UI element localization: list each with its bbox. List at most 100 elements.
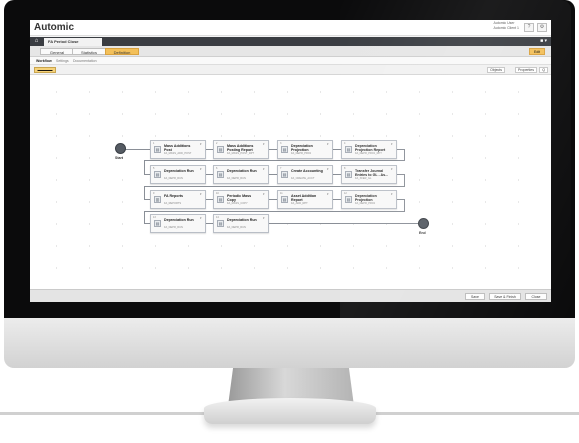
app-header: Automic Automic User Automic Client 1 ? … [30,20,551,36]
task-object-name: FA_XFER_GL [355,177,372,180]
task-title: Create Accounting [291,169,323,173]
task-node[interactable]: 5 ▤ Depreciation Run FA_DEPR_RUN ▾ [150,165,206,184]
task-node[interactable]: 1 ▤ Mass Additions Post FA_MASS_ADD_POST… [150,140,206,159]
task-node[interactable]: 14 ▤ Depreciation Run FA_DEPR_RUN ▾ [213,214,269,233]
task-title: FA Reports [164,194,184,198]
job-icon: ▤ [217,196,224,203]
node-menu-icon[interactable]: ▾ [200,142,204,146]
task-node[interactable]: 4 ▤ Depreciation Projection Report FA_DE… [341,140,397,159]
task-object-name: FA_DEPR_RUN [227,177,246,180]
node-menu-icon[interactable]: ▾ [263,216,267,220]
node-menu-icon[interactable]: ▾ [263,192,267,196]
connector [397,149,404,150]
tab-definition[interactable]: Definition [105,48,139,55]
task-title: Depreciation Run [227,169,257,173]
edit-button[interactable]: Edit [529,48,545,55]
node-menu-icon[interactable]: ▾ [200,216,204,220]
screen: Automic Automic User Automic Client 1 ? … [30,20,551,302]
node-menu-icon[interactable]: ▾ [327,192,331,196]
connector [269,174,277,175]
task-object-name: FA_CREATE_ACCT [291,177,315,180]
job-icon: ▤ [154,220,161,227]
tab-statistics[interactable]: Statistics [72,48,106,55]
connector [333,199,341,200]
task-object-name: FA_DEPR_PROJ [291,152,312,155]
connector [404,174,405,186]
subtab-workflow[interactable]: Workflow [36,58,52,64]
task-node[interactable]: 10 ▤ Periodic Mass Copy FA_MASS_COPY ▾ [213,190,269,209]
job-icon: ▤ [345,146,352,153]
connector [404,199,405,211]
tab-menu-icon[interactable]: ■ ▾ [540,38,547,44]
node-menu-icon[interactable]: ▾ [327,142,331,146]
help-icon[interactable]: ? [524,23,534,32]
user-info[interactable]: Automic User Automic Client 1 [494,21,519,30]
node-menu-icon[interactable]: ▾ [391,142,395,146]
document-tab-bar: ⌂ FA Period Close ■ ▾ [30,37,551,46]
task-title: Depreciation Run [164,169,194,173]
node-menu-icon[interactable]: ▾ [200,167,204,171]
task-node[interactable]: 7 ▤ Create Accounting FA_CREATE_ACCT ▾ [277,165,333,184]
sub-tabs: Workflow Settings Documentation [30,57,551,65]
job-icon: ▤ [217,220,224,227]
properties-button[interactable]: Properties [515,67,537,73]
workflow-canvas[interactable]: Start End 1 ▤ Mass Additions Post FA_MAS… [30,75,551,289]
task-node[interactable]: 9 ▥ FA Reports FA_REPORTS ▾ [150,190,206,209]
connector [144,186,405,187]
connector [144,160,145,174]
job-icon: ▤ [281,171,288,178]
report-icon: ▥ [154,196,161,203]
section-tabs: General Statistics Definition Edit [30,46,551,57]
save-button[interactable]: Save [465,293,485,300]
connector [206,149,213,150]
task-node[interactable]: 3 ▤ Depreciation Projection FA_DEPR_PROJ… [277,140,333,159]
task-node[interactable]: 6 ▤ Depreciation Run FA_DEPR_RUN ▾ [213,165,269,184]
close-button[interactable]: Close [525,293,547,300]
job-icon: ▤ [217,146,224,153]
task-object-name: FA_DEPR_RUN [227,226,246,229]
start-node[interactable] [115,143,126,154]
task-object-name: FA_MASS_COPY [227,202,248,205]
workflow-toolbar: ▬▬▬▬▬ Objects Properties Q [30,65,551,75]
task-object-name: FA_DEPR_RUN [164,226,183,229]
node-menu-icon[interactable]: ▾ [263,167,267,171]
tab-general[interactable]: General [40,48,74,55]
tab-fa-period-close[interactable]: FA Period Close [44,38,102,46]
home-icon[interactable]: ⌂ [33,38,40,45]
end-node[interactable] [418,218,429,229]
connector [333,174,341,175]
job-icon: ▤ [217,171,224,178]
node-menu-icon[interactable]: ▾ [391,167,395,171]
start-label: Start [115,156,123,160]
task-node[interactable]: 11 ▤ Asset Addition Report FA_ADD_RPT ▾ [277,190,333,209]
objects-button[interactable]: Objects [487,67,505,73]
connector [397,174,404,175]
task-node[interactable]: 12 ▤ Depreciation Projection FA_DEPR_PRO… [341,190,397,209]
task-object-name: FA_REPORTS [164,202,182,205]
task-object-name: FA_DEPR_RUN [164,177,183,180]
task-object-name: FA_DEPR_PROJ [355,202,376,205]
connector [206,223,213,224]
subtab-settings[interactable]: Settings [56,58,69,64]
end-label: End [419,231,426,235]
connector [269,149,277,150]
node-menu-icon[interactable]: ▾ [327,167,331,171]
job-icon: ▤ [345,171,352,178]
task-object-name: FA_DEPR_PROJ_RPT [355,152,382,155]
zoom-slider[interactable]: ▬▬▬▬▬ [34,67,56,73]
subtab-documentation[interactable]: Documentation [73,58,97,64]
connector [144,211,145,223]
client-name: Automic Client 1 [493,25,519,30]
task-node[interactable]: 8 ▤ Transfer Journal Entries to GL - As.… [341,165,397,184]
task-title: Depreciation Run [227,218,257,222]
task-object-name: FA_MASS_POST_RPT [227,152,255,155]
task-node[interactable]: 2 ▤ Mass Additions Posting Report FA_MAS… [213,140,269,159]
save-and-close-button[interactable]: Save & Finish [489,293,521,300]
search-icon[interactable]: Q [539,67,548,73]
node-menu-icon[interactable]: ▾ [391,192,395,196]
task-node[interactable]: 13 ▤ Depreciation Run FA_DEPR_RUN ▾ [150,214,206,233]
task-title: Depreciation Run [164,218,194,222]
node-menu-icon[interactable]: ▾ [200,192,204,196]
node-menu-icon[interactable]: ▾ [263,142,267,146]
settings-icon[interactable]: ⚙ [537,23,547,32]
